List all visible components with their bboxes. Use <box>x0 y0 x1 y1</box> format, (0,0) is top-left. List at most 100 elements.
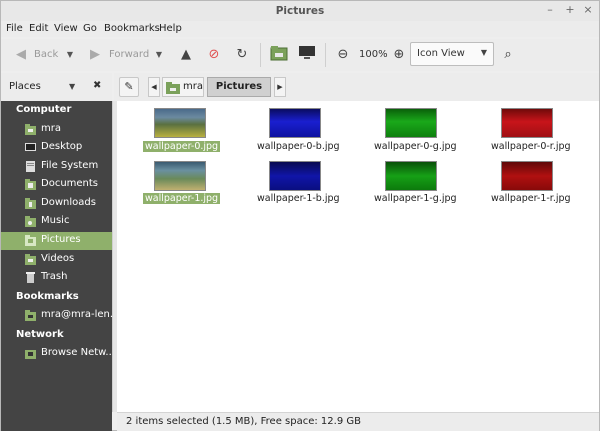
minimize-icon[interactable]: – <box>544 4 556 16</box>
zoom-out-icon[interactable]: ⊖ <box>333 45 353 65</box>
breadcrumb-mra[interactable]: mra <box>162 77 204 97</box>
status-text: 2 items selected (1.5 MB), Free space: 1… <box>126 416 361 427</box>
file-thumbnail[interactable] <box>154 108 206 138</box>
file-thumbnail[interactable] <box>385 108 437 138</box>
icon-view: wallpaper-0.jpg wallpaper-0-b.jpg wallpa… <box>117 101 599 412</box>
folder-icon <box>25 179 36 190</box>
close-sidebar-icon[interactable]: ✖ <box>93 80 101 91</box>
forward-arrow-icon[interactable]: ▶ <box>85 45 105 65</box>
close-icon[interactable]: × <box>582 4 594 16</box>
view-mode-select[interactable]: Icon View ▼ <box>410 42 494 66</box>
maximize-icon[interactable]: + <box>564 4 576 16</box>
sidebar-item-label: Downloads <box>41 197 96 208</box>
sidebar-item-label: Music <box>41 215 70 226</box>
back-arrow-icon[interactable]: ◀ <box>11 45 31 65</box>
forward-button[interactable]: Forward <box>109 45 149 65</box>
sidebar-item-downloads[interactable]: Downloads <box>1 195 112 213</box>
title-bar[interactable]: Pictures – + × <box>1 1 599 21</box>
sidebar-item-label: Trash <box>41 271 68 282</box>
window-title: Pictures <box>275 5 325 17</box>
sidebar-item-pictures[interactable]: Pictures <box>1 232 112 250</box>
home-folder-icon[interactable] <box>269 45 289 65</box>
folder-icon <box>25 198 36 209</box>
path-bar: ✎ ◀ mra Pictures ▶ <box>114 73 599 101</box>
network-icon <box>25 350 36 359</box>
folder-icon <box>25 235 36 246</box>
sidebar-item-browse-network[interactable]: Browse Netw... <box>1 345 115 363</box>
folder-icon <box>25 254 36 265</box>
computer-icon[interactable] <box>297 45 317 65</box>
menu-help[interactable]: Help <box>159 23 182 34</box>
file-label[interactable]: wallpaper-1-r.jpg <box>491 193 571 204</box>
sidebar-item-label: Desktop <box>41 141 83 152</box>
sidebar-item-label: mra <box>41 123 61 134</box>
chevron-down-icon[interactable]: ▼ <box>69 82 75 91</box>
menu-view[interactable]: View <box>54 23 78 34</box>
zoom-level[interactable]: 100% <box>359 45 388 65</box>
file-manager-window: Pictures – + × File Edit View Go Bookmar… <box>0 0 600 431</box>
sidebar-item-mra-network-bookmark[interactable]: mra@mra-len... <box>1 307 119 325</box>
search-icon[interactable]: ⌕ <box>498 45 518 65</box>
file-thumbnail[interactable] <box>501 161 553 191</box>
file-label[interactable]: wallpaper-0.jpg <box>143 141 221 152</box>
sidebar-section-bookmarks: Bookmarks <box>16 291 79 302</box>
path-left-arrow-icon[interactable]: ◀ <box>148 77 160 97</box>
sidebar-item-documents[interactable]: Documents <box>1 176 112 194</box>
file-label[interactable]: wallpaper-1-b.jpg <box>257 193 340 204</box>
sidebar-item-label: Browse Netw... <box>41 347 115 358</box>
network-folder-icon <box>25 310 36 321</box>
sidebar-item-label: File System <box>41 160 99 171</box>
menu-bar: File Edit View Go Bookmarks Help <box>1 21 599 37</box>
file-thumbnail[interactable] <box>269 108 321 138</box>
file-thumbnail[interactable] <box>154 161 206 191</box>
menu-go[interactable]: Go <box>83 23 97 34</box>
path-right-arrow-icon[interactable]: ▶ <box>274 77 286 97</box>
sidebar-section-network: Network <box>16 329 64 340</box>
file-thumbnail[interactable] <box>385 161 437 191</box>
back-button[interactable]: Back <box>34 45 58 65</box>
sidebar-item-label: Videos <box>41 253 75 264</box>
file-thumbnail[interactable] <box>269 161 321 191</box>
file-label[interactable]: wallpaper-1-g.jpg <box>374 193 457 204</box>
trash-icon <box>26 272 35 283</box>
toggle-location-icon[interactable]: ✎ <box>119 77 139 97</box>
sidebar-item-file-system[interactable]: File System <box>1 158 112 176</box>
sidebar-item-trash[interactable]: Trash <box>1 269 112 287</box>
places-sidebar: Computer mra Desktop File System Documen… <box>1 101 119 431</box>
toolbar-separator <box>325 43 326 67</box>
breadcrumb-pictures[interactable]: Pictures <box>207 77 271 97</box>
forward-history-dropdown-icon[interactable]: ▼ <box>149 45 169 65</box>
sidebar-item-desktop[interactable]: Desktop <box>1 139 112 157</box>
sidebar-item-music[interactable]: Music <box>1 213 112 231</box>
file-thumbnail[interactable] <box>501 108 553 138</box>
stop-icon[interactable]: ⊘ <box>204 45 224 65</box>
view-mode-value: Icon View <box>417 48 465 59</box>
toolbar: ◀ Back ▼ ▶ Forward ▼ ▲ ⊘ ↻ ⊖ 100% ⊕ ⌕ <box>1 39 599 71</box>
menu-edit[interactable]: Edit <box>29 23 48 34</box>
sidebar-item-mra[interactable]: mra <box>1 121 112 139</box>
toolbar-separator <box>260 43 261 67</box>
file-label[interactable]: wallpaper-0-g.jpg <box>374 141 457 152</box>
breadcrumb-label: mra <box>183 81 203 92</box>
file-label[interactable]: wallpaper-0-b.jpg <box>257 141 340 152</box>
up-arrow-icon[interactable]: ▲ <box>176 45 196 65</box>
folder-icon <box>25 216 36 227</box>
sidebar-mode-label[interactable]: Places <box>9 81 41 92</box>
sidebar-item-videos[interactable]: Videos <box>1 251 112 269</box>
chevron-down-icon: ▼ <box>480 48 487 57</box>
menu-bookmarks[interactable]: Bookmarks <box>104 23 160 34</box>
file-label[interactable]: wallpaper-1.jpg <box>143 193 221 204</box>
desktop-icon <box>25 143 36 151</box>
sidebar-header: Places ▼ ✖ <box>1 73 112 101</box>
back-history-dropdown-icon[interactable]: ▼ <box>60 45 80 65</box>
sidebar-section-computer: Computer <box>16 104 72 115</box>
reload-icon[interactable]: ↻ <box>232 45 252 65</box>
zoom-in-icon[interactable]: ⊕ <box>389 45 409 65</box>
home-folder-icon <box>25 124 36 135</box>
sidebar-item-label: mra@mra-len... <box>41 309 120 320</box>
status-bar: 2 items selected (1.5 MB), Free space: 1… <box>117 412 599 431</box>
drive-icon <box>26 161 35 172</box>
home-folder-icon <box>166 82 180 94</box>
menu-file[interactable]: File <box>6 23 23 34</box>
file-label[interactable]: wallpaper-0-r.jpg <box>491 141 571 152</box>
